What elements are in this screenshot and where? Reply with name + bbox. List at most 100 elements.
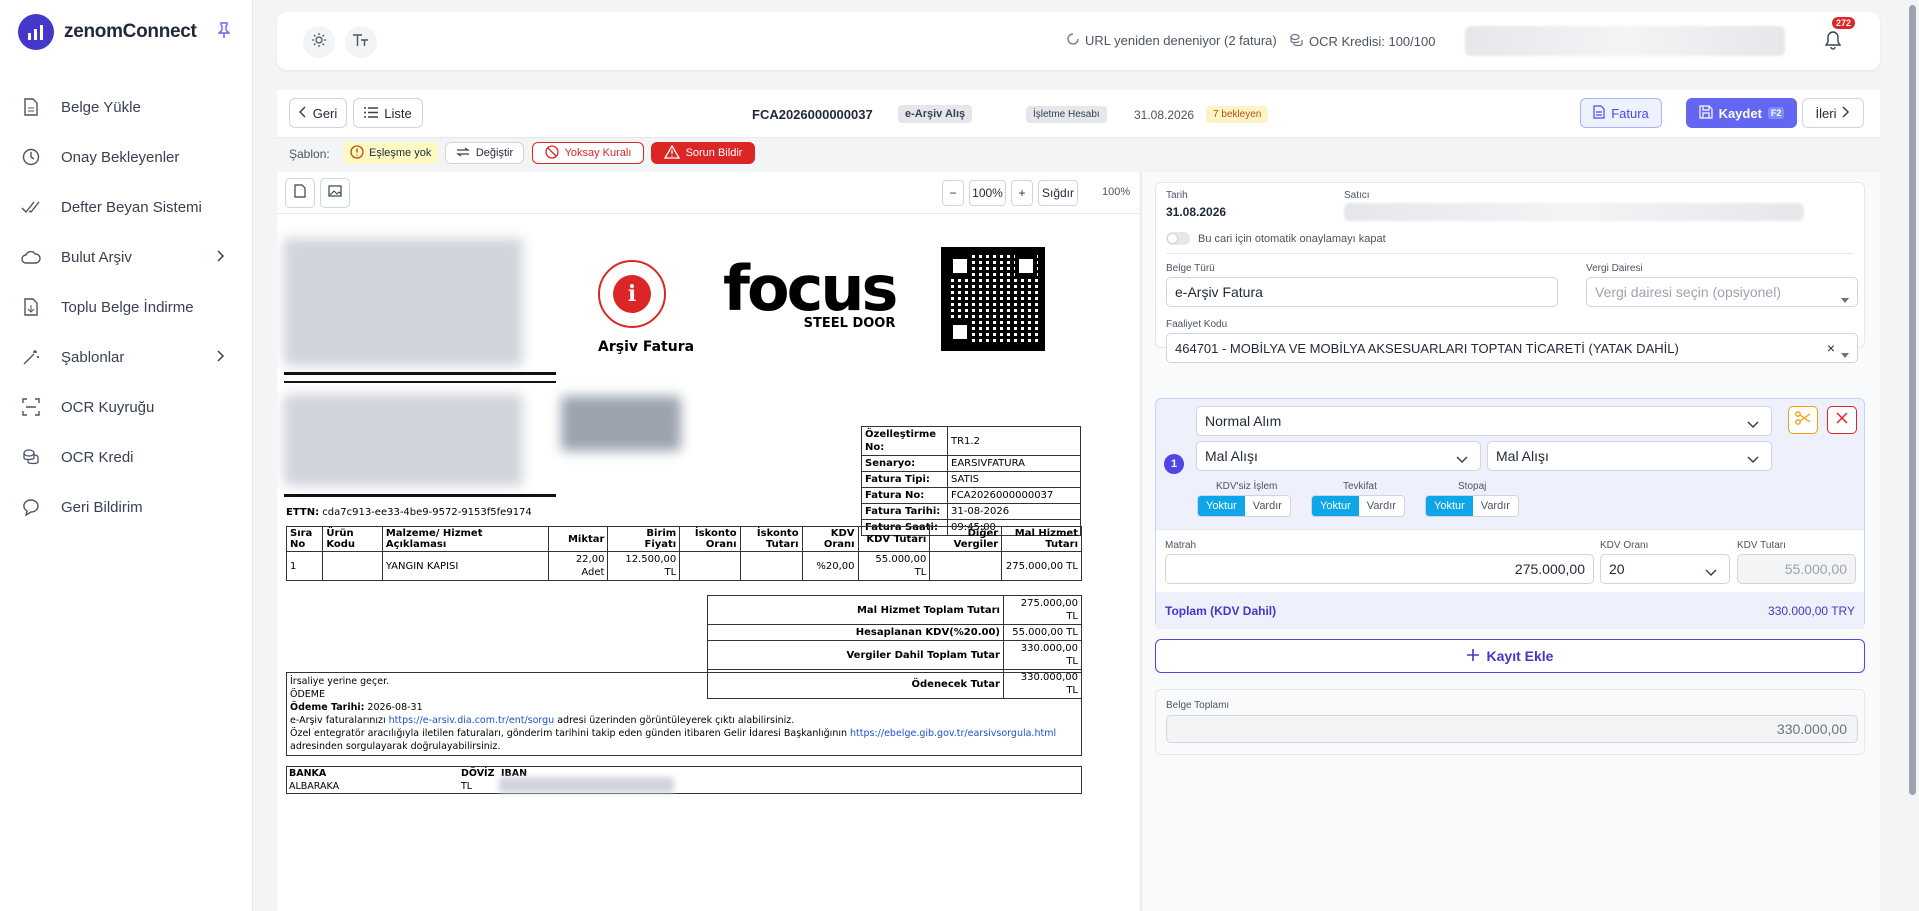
font-size-button[interactable] bbox=[345, 26, 377, 58]
matrah-input[interactable]: 275.000,00 bbox=[1165, 554, 1594, 584]
swap-icon bbox=[455, 147, 470, 160]
bank-info: BANKA DÖVİZ IBAN ALBARAKA TL bbox=[286, 766, 1082, 794]
activity-select[interactable]: 464701 - MOBİLYA VE MOBİLYA AKSESUARLARI… bbox=[1166, 333, 1858, 363]
ettn-label: ETTN: bbox=[286, 507, 320, 518]
option-vardir[interactable]: Vardır bbox=[1472, 496, 1518, 516]
column-header: Birim Fiyatı bbox=[607, 526, 681, 552]
sidebar-item-onay-bekleyenler[interactable]: Onay Bekleyenler bbox=[0, 132, 253, 182]
magic-wand-icon bbox=[21, 347, 41, 367]
meta-value: FCA2026000000037 bbox=[947, 487, 1081, 504]
total-row: Hesaplanan KDV(%20.00) 55.000,00 TL bbox=[707, 624, 1082, 641]
document-icon bbox=[1593, 104, 1605, 122]
option-vardir[interactable]: Vardır bbox=[1244, 496, 1290, 516]
brand[interactable]: zenomConnect bbox=[18, 14, 197, 50]
doc-type-value: e-Arşiv Fatura bbox=[1175, 284, 1263, 300]
option-yoktur[interactable]: Yoktur bbox=[1312, 496, 1359, 516]
clear-icon[interactable]: × bbox=[1827, 340, 1835, 356]
sidebar-item-sablonlar[interactable]: Şablonlar bbox=[0, 332, 253, 382]
sun-icon bbox=[311, 32, 327, 53]
zoom-in-button[interactable]: + bbox=[1011, 180, 1033, 206]
option-yoktur[interactable]: Yoktur bbox=[1426, 496, 1473, 516]
stopaj-toggle[interactable]: Yoktur Vardır bbox=[1425, 495, 1519, 517]
chevron-right-icon bbox=[1842, 105, 1850, 121]
gib-seal-logo: i bbox=[598, 260, 666, 328]
plus-icon bbox=[1466, 648, 1479, 664]
back-button[interactable]: Geri bbox=[289, 98, 347, 128]
theme-toggle-button[interactable] bbox=[303, 26, 335, 58]
column-header: İskonto Oranı bbox=[679, 526, 741, 552]
list-button[interactable]: Liste bbox=[353, 98, 423, 128]
next-label: İleri bbox=[1815, 105, 1837, 121]
pdf-view-button[interactable] bbox=[285, 178, 315, 208]
note-text: ÖDEME bbox=[290, 689, 325, 700]
option-vardir[interactable]: Vardır bbox=[1358, 496, 1404, 516]
report-issue-button[interactable]: Sorun Bildir bbox=[651, 142, 755, 164]
doc-type-field[interactable]: e-Arşiv Fatura bbox=[1166, 277, 1558, 307]
ignore-label: Yoksay Kuralı bbox=[564, 147, 632, 159]
list-icon bbox=[364, 106, 379, 121]
zoom-out-button[interactable]: − bbox=[942, 180, 964, 206]
doc-total-value: 330.000,00 bbox=[1776, 721, 1847, 737]
sidebar-item-label: Bulut Arşiv bbox=[61, 248, 132, 266]
fit-button[interactable]: Sığdır bbox=[1038, 180, 1078, 206]
account-select-1[interactable]: Mal Alışı bbox=[1196, 441, 1481, 471]
invoice-page[interactable]: i Arşiv Fatura focus STEEL DOOR Özelleşt… bbox=[277, 214, 1139, 911]
sidebar-item-bulut-arsiv[interactable]: Bulut Arşiv bbox=[0, 232, 253, 282]
invoice-notes: İrsaliye yerine geçer. ÖDEME Ödeme Tarih… bbox=[286, 672, 1082, 756]
auto-approve-toggle[interactable] bbox=[1166, 232, 1190, 245]
warning-circle-icon bbox=[350, 144, 364, 162]
bank-header: BANKA bbox=[289, 768, 327, 779]
back-label: Geri bbox=[312, 105, 338, 121]
kdv-rate-select[interactable]: 20 bbox=[1600, 554, 1730, 584]
total-value: 55.000,00 TL bbox=[1003, 624, 1082, 641]
save-button[interactable]: Kaydet F2 bbox=[1686, 98, 1797, 128]
account-select-2[interactable]: Mal Alışı bbox=[1487, 441, 1772, 471]
sidebar: zenomConnect Belge Yükle Onay Bekleyenle… bbox=[0, 0, 253, 911]
column-header: Mal Hizmet Tutarı bbox=[1001, 526, 1082, 552]
tax-office-select[interactable]: Vergi dairesi seçin (opsiyonel) bbox=[1586, 277, 1858, 307]
line-bottom: Matrah 275.000,00 KDV Oranı 20 KDV Tutar… bbox=[1156, 529, 1864, 629]
doc-total-field: 330.000,00 bbox=[1166, 715, 1858, 743]
sidebar-item-geri-bildirim[interactable]: Geri Bildirim bbox=[0, 482, 253, 532]
table-cell bbox=[929, 551, 1003, 581]
pin-icon[interactable] bbox=[217, 22, 231, 41]
doc-total-card: Belge Toplamı 330.000,00 bbox=[1155, 689, 1865, 755]
brand-main: focus bbox=[723, 252, 898, 325]
user-info-blurred[interactable] bbox=[1465, 26, 1785, 56]
notifications-button[interactable] bbox=[1817, 26, 1849, 58]
ocr-credit-text: OCR Kredisi: 100/100 bbox=[1309, 34, 1436, 49]
kdv-rate-value: 20 bbox=[1609, 561, 1625, 577]
invoice-button[interactable]: Fatura bbox=[1580, 98, 1662, 128]
kdv-free-toggle[interactable]: Yoktur Vardır bbox=[1197, 495, 1291, 517]
add-record-button[interactable]: Kayıt Ekle bbox=[1155, 639, 1865, 673]
meta-key: Senaryo: bbox=[861, 455, 948, 472]
next-button[interactable]: İleri bbox=[1802, 98, 1864, 128]
option-yoktur[interactable]: Yoktur bbox=[1198, 496, 1245, 516]
change-template-button[interactable]: Değiştir bbox=[445, 142, 524, 164]
total-key: Mal Hizmet Toplam Tutarı bbox=[707, 595, 1004, 625]
table-cell: 12.500,00 TL bbox=[607, 551, 681, 581]
chevron-down-icon bbox=[1747, 451, 1759, 467]
scrollbar-thumb[interactable] bbox=[1909, 5, 1916, 795]
tevkifat-toggle[interactable]: Yoktur Vardır bbox=[1311, 495, 1405, 517]
purchase-type-select[interactable]: Normal Alım bbox=[1196, 406, 1772, 436]
sidebar-item-belge-yukle[interactable]: Belge Yükle bbox=[0, 82, 253, 132]
delete-line-button[interactable] bbox=[1827, 406, 1857, 434]
sidebar-item-toplu-belge[interactable]: Toplu Belge İndirme bbox=[0, 282, 253, 332]
seller-blurred bbox=[1344, 203, 1804, 221]
change-label: Değiştir bbox=[475, 147, 514, 159]
ignore-rule-button[interactable]: Yoksay Kuralı bbox=[532, 142, 644, 164]
meta-key: Fatura No: bbox=[861, 487, 948, 504]
page-scrollbar[interactable] bbox=[1906, 0, 1919, 911]
kdv-amount-field: 55.000,00 bbox=[1737, 554, 1856, 584]
purchase-type-value: Normal Alım bbox=[1205, 413, 1282, 429]
sidebar-item-defter-beyan[interactable]: Defter Beyan Sistemi bbox=[0, 182, 253, 232]
image-view-button[interactable] bbox=[320, 178, 350, 208]
meta-key: Fatura Tipi: bbox=[861, 471, 948, 488]
gib-link[interactable]: https://ebelge.gib.gov.tr/earsivsorgula.… bbox=[850, 728, 1056, 739]
split-button[interactable] bbox=[1788, 406, 1818, 434]
table-cell bbox=[739, 551, 803, 581]
sidebar-item-ocr-kredi[interactable]: OCR Kredi bbox=[0, 432, 253, 482]
sidebar-item-ocr-kuyrugu[interactable]: OCR Kuyruğu bbox=[0, 382, 253, 432]
earsiv-link[interactable]: https://e-arsiv.dia.com.tr/ent/sorgu bbox=[389, 715, 555, 726]
